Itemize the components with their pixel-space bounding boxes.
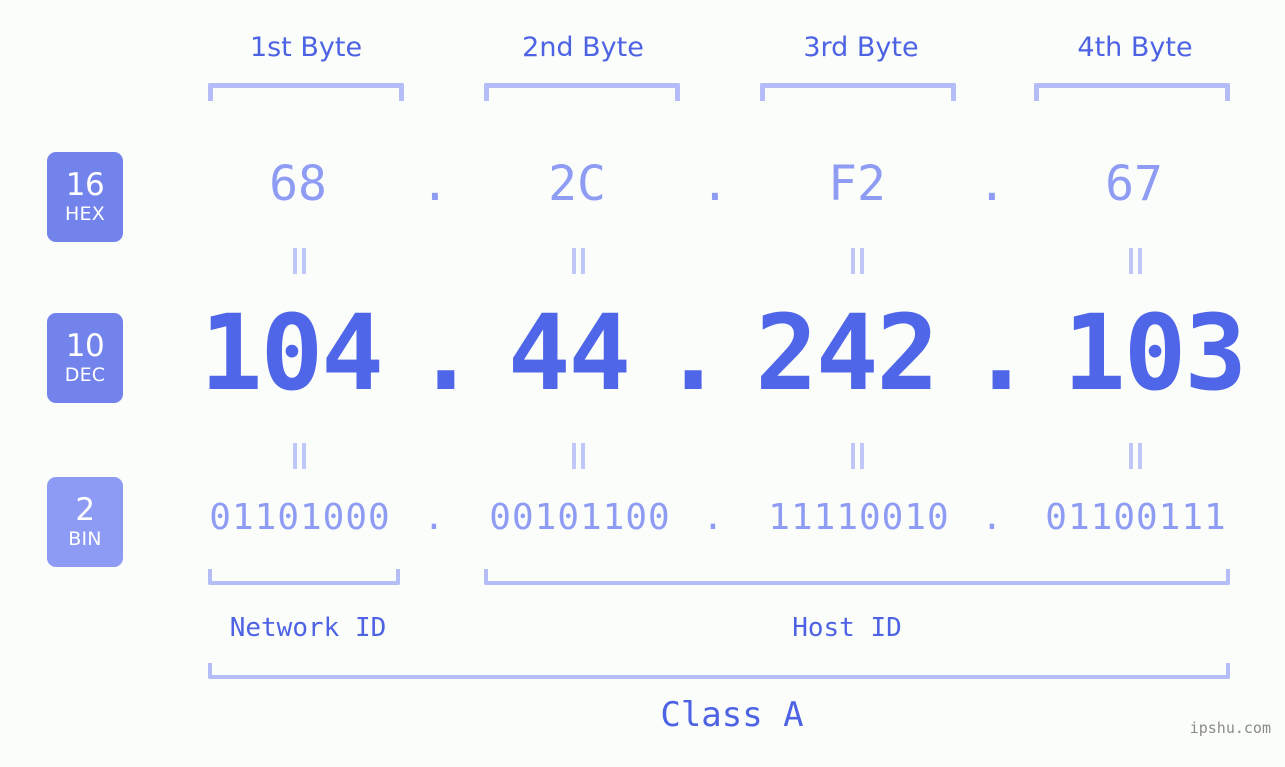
- dec-separator-1: .: [414, 291, 478, 414]
- byte-bracket-2: [484, 83, 680, 101]
- dec-row: 104 . 44 . 242 . 103: [200, 292, 1247, 414]
- base-badge-dec-number: 10: [65, 328, 105, 364]
- byte-bracket-1: [208, 83, 404, 101]
- bin-value-2: 00101100: [489, 497, 671, 538]
- bin-separator-3: .: [981, 497, 1003, 538]
- base-badge-hex-name: HEX: [65, 203, 105, 225]
- base-badge-bin: 2 BIN: [47, 477, 123, 567]
- equals-icon-dec-bin-3: [851, 443, 865, 469]
- host-id-label: Host ID: [792, 613, 902, 643]
- byte-bracket-3: [760, 83, 956, 101]
- base-badge-bin-name: BIN: [68, 528, 102, 550]
- class-label: Class A: [660, 695, 804, 735]
- dec-value-4: 103: [1063, 291, 1247, 414]
- base-badge-hex-number: 16: [65, 167, 105, 203]
- equals-icon-hex-dec-2: [572, 248, 586, 274]
- base-badge-hex: 16 HEX: [47, 152, 123, 242]
- byte-header-label-4: 4th Byte: [1077, 32, 1193, 63]
- equals-icon-dec-bin-4: [1129, 443, 1143, 469]
- bin-value-4: 01100111: [1045, 497, 1227, 538]
- hex-separator-1: .: [420, 156, 450, 212]
- equals-icon-dec-bin-2: [572, 443, 586, 469]
- byte-header-label-3: 3rd Byte: [803, 32, 919, 63]
- base-badge-dec: 10 DEC: [47, 313, 123, 403]
- network-id-label: Network ID: [229, 613, 387, 643]
- byte-bracket-4: [1034, 83, 1230, 101]
- host-id-bracket: [484, 569, 1230, 585]
- dec-value-1: 104: [200, 291, 384, 414]
- bin-separator-2: .: [702, 497, 724, 538]
- equals-icon-dec-bin-1: [293, 443, 307, 469]
- bin-separator-1: .: [423, 497, 445, 538]
- equals-icon-hex-dec-1: [293, 248, 307, 274]
- equals-icon-hex-dec-4: [1129, 248, 1143, 274]
- hex-separator-3: .: [977, 156, 1007, 212]
- hex-value-1: 68: [269, 156, 327, 212]
- hex-separator-2: .: [700, 156, 730, 212]
- dec-separator-3: .: [969, 291, 1033, 414]
- equals-icon-hex-dec-3: [851, 248, 865, 274]
- hex-value-4: 67: [1105, 156, 1163, 212]
- bin-value-1: 01101000: [209, 497, 391, 538]
- byte-header-label-2: 2nd Byte: [522, 32, 644, 63]
- dec-separator-2: .: [661, 291, 725, 414]
- dec-value-2: 44: [507, 291, 631, 414]
- watermark: ipshu.com: [1189, 719, 1271, 737]
- ip-breakdown-diagram: 1st Byte 2nd Byte 3rd Byte 4th Byte 16 H…: [0, 0, 1285, 767]
- class-bracket: [208, 663, 1230, 679]
- bin-value-3: 11110010: [768, 497, 950, 538]
- network-id-bracket: [208, 569, 400, 585]
- base-badge-dec-name: DEC: [64, 364, 106, 386]
- byte-header-label-1: 1st Byte: [249, 32, 363, 63]
- hex-value-2: 2C: [548, 156, 606, 212]
- dec-value-3: 242: [755, 291, 939, 414]
- base-badge-bin-number: 2: [75, 492, 95, 528]
- hex-value-3: F2: [828, 156, 886, 212]
